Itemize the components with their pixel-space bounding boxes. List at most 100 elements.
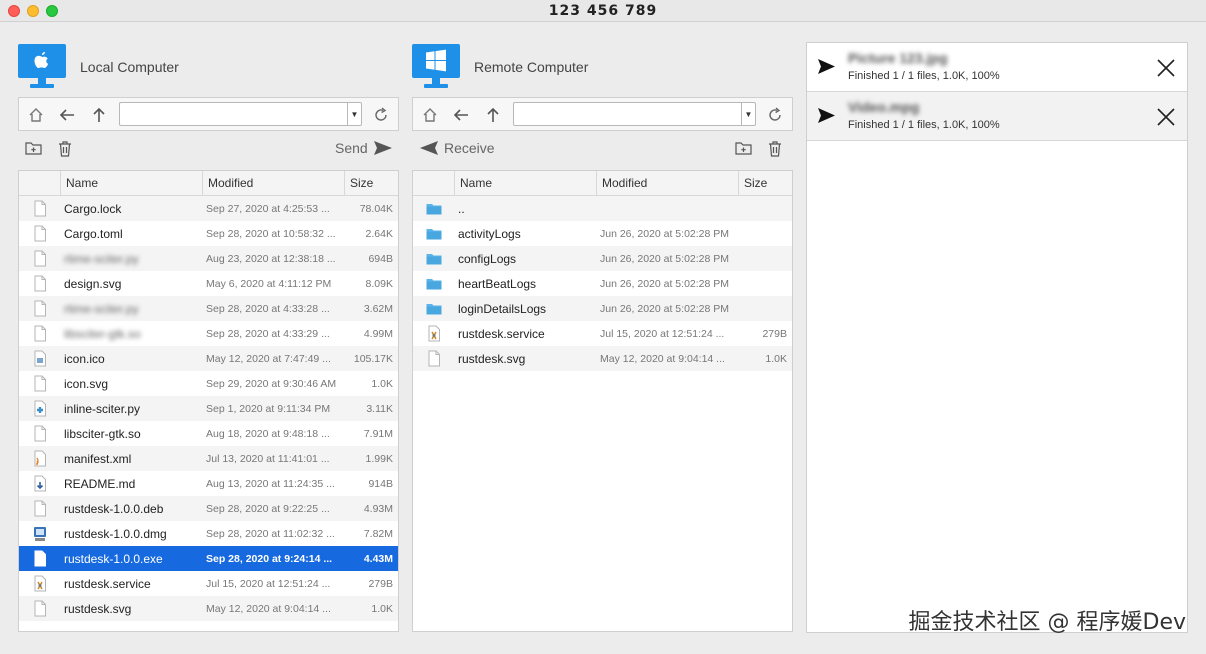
column-size[interactable]: Size bbox=[738, 171, 792, 195]
file-row[interactable]: README.md Aug 13, 2020 at 11:24:35 ... 914… bbox=[19, 471, 398, 496]
file-modified: Jun 26, 2020 at 5:02:28 PM bbox=[600, 228, 730, 240]
column-modified[interactable]: Modified bbox=[202, 171, 344, 195]
up-arrow-icon[interactable] bbox=[90, 106, 108, 124]
folder-icon bbox=[426, 225, 442, 242]
local-table-header: Name Modified Size bbox=[19, 171, 398, 196]
column-modified[interactable]: Modified bbox=[596, 171, 738, 195]
file-size: 1.0K bbox=[765, 353, 787, 365]
file-modified: Sep 27, 2020 at 4:25:53 ... bbox=[206, 203, 330, 215]
file-row[interactable]: icon.ico May 12, 2020 at 7:47:49 ... 105.1… bbox=[19, 346, 398, 371]
send-label: Send bbox=[335, 140, 368, 156]
new-folder-icon[interactable] bbox=[25, 140, 43, 156]
receive-button[interactable]: Receive bbox=[420, 140, 495, 156]
file-row[interactable]: configLogs Jun 26, 2020 at 5:02:28 PM bbox=[413, 246, 792, 271]
file-row[interactable]: rustdesk-1.0.0.exe Sep 28, 2020 at 9:24:1… bbox=[19, 546, 398, 571]
file-modified: Jun 26, 2020 at 5:02:28 PM bbox=[600, 253, 730, 265]
send-icon bbox=[818, 108, 835, 123]
file-row[interactable]: rustdesk.svg May 12, 2020 at 9:04:14 ... 1… bbox=[19, 596, 398, 621]
file-name: heartBeatLogs bbox=[458, 277, 537, 291]
file-row[interactable]: icon.svg Sep 29, 2020 at 9:30:46 AM 1.0K bbox=[19, 371, 398, 396]
file-icon bbox=[32, 250, 48, 267]
file-icon bbox=[32, 275, 48, 292]
file-row[interactable]: .. bbox=[413, 196, 792, 221]
send-button[interactable]: Send bbox=[335, 140, 392, 156]
file-icon bbox=[32, 550, 48, 567]
file-row[interactable]: rustdesk-1.0.0.dmg Sep 28, 2020 at 11:02:… bbox=[19, 521, 398, 546]
folder-icon bbox=[426, 300, 442, 317]
column-name[interactable]: Name bbox=[454, 171, 596, 195]
file-row[interactable]: rustdesk-1.0.0.deb Sep 28, 2020 at 9:22:2… bbox=[19, 496, 398, 521]
watermark: 掘金技术社区 @ 程序媛Dev bbox=[908, 610, 1186, 635]
service-file-icon bbox=[426, 325, 442, 342]
trash-icon[interactable] bbox=[57, 140, 73, 158]
file-row[interactable]: activityLogs Jun 26, 2020 at 5:02:28 PM bbox=[413, 221, 792, 246]
file-icon bbox=[32, 325, 48, 342]
file-row[interactable]: Cargo.lock Sep 27, 2020 at 4:25:53 ... 78.… bbox=[19, 196, 398, 221]
send-icon bbox=[373, 141, 392, 155]
file-row[interactable]: rustdesk.service Jul 15, 2020 at 12:51:24… bbox=[19, 571, 398, 596]
file-modified: May 12, 2020 at 9:04:14 ... bbox=[600, 353, 725, 365]
file-row[interactable]: rtime-sciter.py Aug 23, 2020 at 12:38:18 … bbox=[19, 246, 398, 271]
local-path-select[interactable]: ▼ bbox=[119, 102, 362, 126]
home-icon[interactable] bbox=[27, 106, 45, 124]
refresh-icon[interactable] bbox=[766, 106, 784, 124]
up-arrow-icon[interactable] bbox=[484, 106, 502, 124]
file-row[interactable]: rustdesk.svg May 12, 2020 at 9:04:14 ... 1… bbox=[413, 346, 792, 371]
xml-file-icon bbox=[32, 450, 48, 467]
file-modified: May 6, 2020 at 4:11:12 PM bbox=[206, 278, 332, 290]
file-row[interactable]: libsciter-gtk.so Sep 28, 2020 at 4:33:29 … bbox=[19, 321, 398, 346]
file-row[interactable]: inline-sciter.py Sep 1, 2020 at 9:11:34 P… bbox=[19, 396, 398, 421]
home-icon[interactable] bbox=[421, 106, 439, 124]
remote-path-select[interactable]: ▼ bbox=[513, 102, 756, 126]
file-name: manifest.xml bbox=[64, 452, 132, 466]
file-name: rustdesk.svg bbox=[458, 352, 526, 366]
back-arrow-icon[interactable] bbox=[58, 106, 76, 124]
chevron-down-icon[interactable]: ▼ bbox=[741, 103, 755, 125]
new-folder-icon[interactable] bbox=[735, 140, 753, 156]
file-name: configLogs bbox=[458, 252, 517, 266]
file-row[interactable]: manifest.xml Jul 13, 2020 at 11:41:01 ...… bbox=[19, 446, 398, 471]
transfer-job: Video.mpg Finished 1 / 1 files, 1.0K, 10… bbox=[807, 92, 1187, 141]
back-arrow-icon[interactable] bbox=[452, 106, 470, 124]
file-row[interactable]: heartBeatLogs Jun 26, 2020 at 5:02:28 PM bbox=[413, 271, 792, 296]
local-header: Local Computer bbox=[18, 42, 399, 92]
column-size[interactable]: Size bbox=[344, 171, 398, 195]
close-icon[interactable] bbox=[1157, 59, 1175, 77]
file-name: loginDetailsLogs bbox=[458, 302, 547, 316]
file-row[interactable]: loginDetailsLogs Jun 26, 2020 at 5:02:28 … bbox=[413, 296, 792, 321]
file-row[interactable]: design.svg May 6, 2020 at 4:11:12 PM 8.09K bbox=[19, 271, 398, 296]
chevron-down-icon[interactable]: ▼ bbox=[347, 103, 361, 125]
file-name: README.md bbox=[64, 477, 136, 491]
file-row[interactable]: Cargo.toml Sep 28, 2020 at 10:58:32 ... 2.… bbox=[19, 221, 398, 246]
window-title: 123 456 789 bbox=[548, 3, 658, 19]
local-file-list: Name Modified Size Cargo.lock Sep 27, 202… bbox=[18, 170, 399, 632]
file-size: 1.0K bbox=[371, 378, 393, 390]
refresh-icon[interactable] bbox=[372, 106, 390, 124]
file-name: rustdesk-1.0.0.dmg bbox=[64, 527, 167, 541]
transfer-file-name: Video.mpg bbox=[848, 99, 920, 115]
apple-monitor-icon bbox=[18, 44, 66, 88]
file-size: 4.93M bbox=[363, 503, 393, 515]
folder-icon bbox=[426, 200, 442, 217]
file-size: 694B bbox=[368, 253, 393, 265]
file-row[interactable]: rustdesk.service Jul 15, 2020 at 12:51:24… bbox=[413, 321, 792, 346]
file-modified: Sep 28, 2020 at 4:33:29 ... bbox=[206, 328, 330, 340]
file-icon bbox=[32, 425, 48, 442]
file-name: Cargo.toml bbox=[64, 227, 123, 241]
file-row[interactable]: libsciter-gtk.so Aug 18, 2020 at 9:48:18 … bbox=[19, 421, 398, 446]
transfer-job: Picture 123.jpg Finished 1 / 1 files, 1.… bbox=[807, 43, 1187, 92]
file-modified: Jul 15, 2020 at 12:51:24 ... bbox=[600, 328, 725, 340]
trash-icon[interactable] bbox=[767, 140, 783, 158]
file-row[interactable]: rtime-sciter.py Sep 28, 2020 at 4:33:28 .… bbox=[19, 296, 398, 321]
file-icon bbox=[32, 225, 48, 242]
title-bar: 123 456 789 bbox=[0, 0, 1206, 22]
file-name: icon.svg bbox=[64, 377, 109, 391]
close-icon[interactable] bbox=[1157, 108, 1175, 126]
file-modified: Sep 28, 2020 at 4:33:28 ... bbox=[206, 303, 330, 315]
local-panel: Local Computer ▼ Send Name Modified Size… bbox=[18, 42, 399, 632]
file-size: 4.43M bbox=[363, 553, 393, 565]
column-name[interactable]: Name bbox=[60, 171, 202, 195]
file-modified: Aug 23, 2020 at 12:38:18 ... bbox=[206, 253, 336, 265]
file-size: 105.17K bbox=[353, 353, 393, 365]
send-icon bbox=[818, 59, 835, 74]
